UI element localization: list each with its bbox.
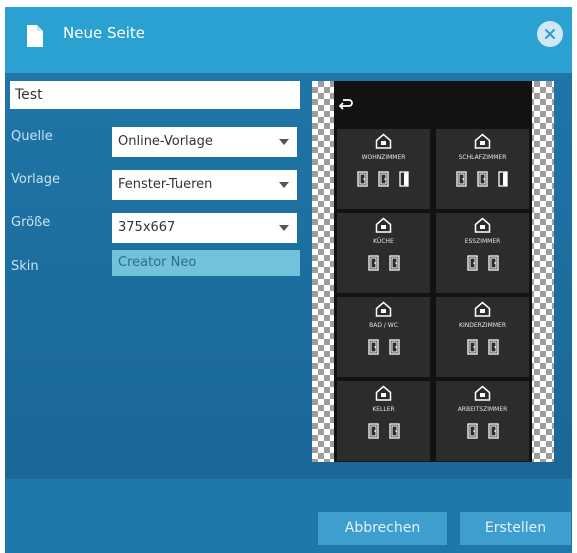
door-closed-icon: [487, 423, 499, 439]
door-closed-icon: [388, 255, 400, 271]
kitchen-icon: [375, 217, 392, 233]
groesse-select[interactable]: 375x667: [112, 213, 297, 243]
preview-screen: WOHNZIMMER SCHLAFZIMMER KÜCHE ESSZIMMER BAD …: [334, 81, 532, 462]
groesse-label: Größe: [11, 215, 51, 230]
door-open-icon: [498, 171, 508, 187]
page-name-input[interactable]: Test: [10, 81, 300, 109]
door-closed-icon: [466, 423, 478, 439]
door-closed-icon: [357, 171, 368, 187]
door-closed-icon: [388, 339, 400, 355]
dialog-titlebar: Neue Seite: [5, 7, 572, 73]
skin-label: Skin: [11, 259, 39, 274]
door-closed-icon: [466, 339, 478, 355]
cancel-button[interactable]: Abbrechen: [318, 512, 447, 545]
door-icons: [436, 423, 529, 439]
room-label: ESSZIMMER: [464, 238, 501, 245]
door-closed-icon: [388, 423, 400, 439]
quelle-label: Quelle: [11, 129, 53, 144]
room-label: KÜCHE: [373, 238, 394, 245]
room-tile[interactable]: BAD / WC: [337, 297, 430, 377]
chevron-down-icon: [279, 225, 289, 231]
door-closed-icon: [487, 255, 499, 271]
room-label: KELLER: [372, 406, 395, 413]
door-icons: [436, 171, 529, 187]
bath-icon: [375, 301, 392, 317]
groesse-value: 375x667: [118, 220, 176, 235]
skin-field[interactable]: Creator Neo: [112, 250, 300, 276]
room-label: KINDERZIMMER: [459, 322, 506, 329]
vorlage-value: Fenster-Tueren: [118, 177, 213, 192]
door-closed-icon: [487, 339, 499, 355]
close-button[interactable]: [537, 21, 563, 47]
room-tile[interactable]: SCHLAFZIMMER: [436, 129, 529, 209]
room-tile[interactable]: KINDERZIMMER: [436, 297, 529, 377]
room-tile[interactable]: KELLER: [337, 381, 430, 461]
back-arrow-icon: [339, 99, 353, 110]
document-icon: [27, 25, 43, 47]
door-icons: [337, 171, 430, 187]
template-preview: WOHNZIMMER SCHLAFZIMMER KÜCHE ESSZIMMER BAD …: [312, 81, 554, 462]
door-open-icon: [399, 171, 409, 187]
door-icons: [436, 339, 529, 355]
room-label: ARBEITSZIMMER: [457, 406, 508, 413]
door-closed-icon: [367, 423, 379, 439]
door-closed-icon: [367, 339, 379, 355]
door-icons: [337, 255, 430, 271]
room-tile[interactable]: KÜCHE: [337, 213, 430, 293]
door-icons: [337, 423, 430, 439]
quelle-value: Online-Vorlage: [118, 134, 213, 149]
cellar-icon: [375, 385, 392, 401]
door-icons: [436, 255, 529, 271]
close-icon: [545, 29, 555, 39]
room-tile[interactable]: WOHNZIMMER: [337, 129, 430, 209]
door-closed-icon: [378, 171, 389, 187]
room-tile[interactable]: ARBEITSZIMMER: [436, 381, 529, 461]
create-button[interactable]: Erstellen: [460, 512, 571, 545]
sofa-icon: [375, 133, 392, 149]
room-label: SCHLAFZIMMER: [458, 154, 507, 161]
dining-icon: [474, 217, 491, 233]
bed-icon: [474, 133, 491, 149]
door-closed-icon: [477, 171, 488, 187]
dialog-title: Neue Seite: [63, 24, 145, 42]
chevron-down-icon: [279, 139, 289, 145]
quelle-select[interactable]: Online-Vorlage: [112, 127, 297, 157]
door-closed-icon: [367, 255, 379, 271]
vorlage-label: Vorlage: [11, 172, 61, 187]
room-tile[interactable]: ESSZIMMER: [436, 213, 529, 293]
room-label: WOHNZIMMER: [361, 154, 406, 161]
child-room-icon: [474, 301, 491, 317]
door-closed-icon: [466, 255, 478, 271]
door-closed-icon: [456, 171, 467, 187]
vorlage-select[interactable]: Fenster-Tueren: [112, 170, 297, 200]
office-icon: [474, 385, 491, 401]
door-icons: [337, 339, 430, 355]
room-label: BAD / WC: [369, 322, 398, 329]
chevron-down-icon: [279, 182, 289, 188]
